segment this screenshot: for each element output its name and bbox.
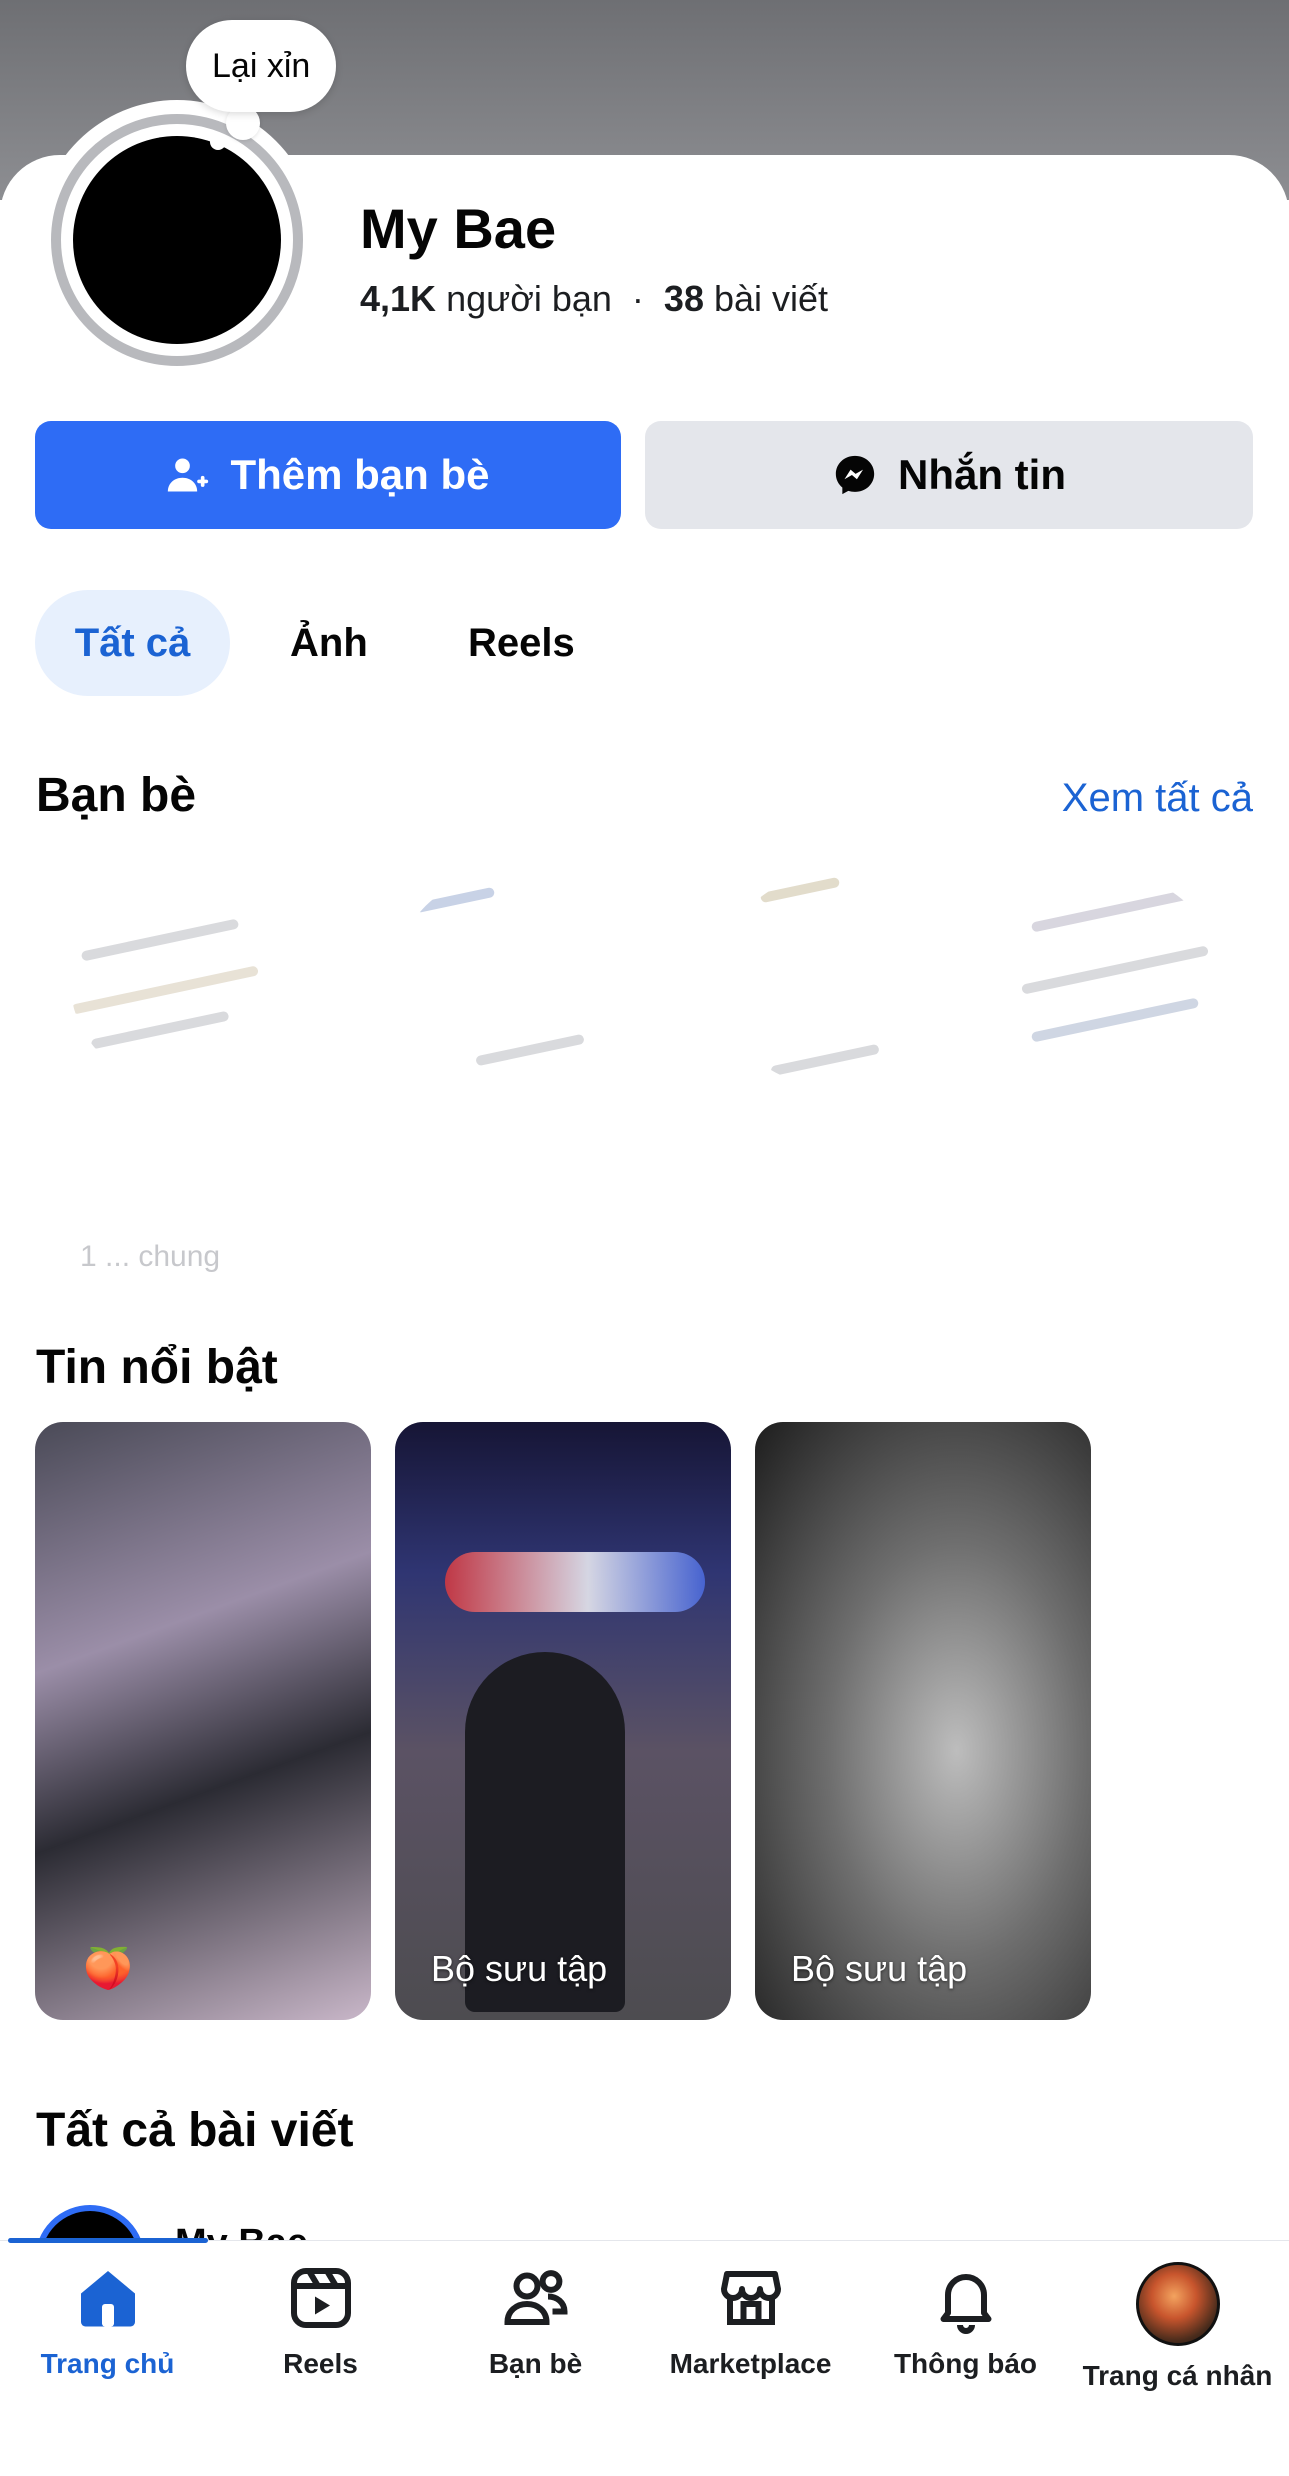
friend-thumbnail[interactable]: [70, 875, 280, 1085]
highlight-caption: Bộ sưu tập: [431, 1948, 608, 1989]
nav-reels-label: Reels: [283, 2348, 358, 2379]
tab-reels[interactable]: Reels: [468, 590, 575, 696]
posts-label: bài viết: [713, 278, 829, 319]
friend-thumbnail[interactable]: [720, 875, 930, 1085]
see-all-friends-link[interactable]: Xem tất cả: [1062, 776, 1253, 821]
highlight-story[interactable]: Bộ sưu tập: [395, 1422, 731, 2020]
friends-section-title: Bạn bè: [36, 769, 197, 822]
home-icon: [80, 2271, 135, 2327]
message-label: Nhắn tin: [898, 451, 1066, 498]
highlights-section-title: Tin nổi bật: [36, 1341, 278, 1394]
reels-icon: [290, 2268, 351, 2328]
active-tab-indicator: [8, 2238, 208, 2243]
profile-note[interactable]: Lại xỉn: [186, 20, 337, 112]
bell-icon: [940, 2274, 991, 2334]
nav-friends[interactable]: Bạn bè: [428, 2262, 643, 2380]
avatar-ring: [51, 114, 303, 366]
highlight-story[interactable]: Bộ sưu tập: [755, 1422, 1091, 2020]
posts-count: 38: [663, 278, 704, 319]
nav-profile[interactable]: Trang cá nhân: [1070, 2262, 1285, 2392]
note-bubble-tail-small: [210, 134, 226, 150]
nav-friends-label: Bạn bè: [488, 2348, 583, 2379]
profile-stats: 4,1K người bạn · 38 bài viết: [360, 278, 828, 320]
marketplace-icon: [720, 2271, 781, 2325]
profile-avatar-icon: [1135, 2262, 1220, 2346]
nav-notifications-label: Thông báo: [893, 2348, 1038, 2379]
nav-profile-label: Trang cá nhân: [1082, 2360, 1273, 2391]
story-sign-image: [445, 1552, 705, 1612]
nav-notifications[interactable]: Thông báo: [858, 2262, 1073, 2380]
nav-reels[interactable]: Reels: [213, 2262, 428, 2380]
posts-section-title: Tất cả bài viết: [36, 2104, 354, 2157]
nav-marketplace[interactable]: Marketplace: [643, 2262, 858, 2380]
profile-name: My Bae: [360, 197, 557, 260]
add-friend-label: Thêm bạn bè: [230, 451, 490, 498]
profile-note-text: Lại xỉn: [212, 46, 311, 85]
mutual-friends-text: 1 ... chung: [80, 1240, 221, 1273]
messenger-icon: [835, 455, 875, 495]
friend-thumbnail[interactable]: [1010, 875, 1220, 1085]
add-friend-button[interactable]: Thêm bạn bè: [35, 421, 621, 529]
friends-icon: [503, 2270, 568, 2325]
nav-home[interactable]: Trang chủ: [0, 2262, 215, 2380]
profile-avatar[interactable]: [37, 100, 317, 380]
friend-thumbnail[interactable]: [395, 875, 605, 1085]
peach-emoji: 🍑: [83, 1947, 133, 1991]
message-button[interactable]: Nhắn tin: [645, 421, 1253, 529]
stats-separator: ·: [631, 278, 644, 319]
avatar-image: [73, 136, 281, 344]
nav-home-label: Trang chủ: [40, 2348, 175, 2379]
tab-photos[interactable]: Ảnh: [290, 590, 368, 696]
nav-marketplace-label: Marketplace: [669, 2348, 832, 2379]
add-person-icon: [168, 458, 209, 492]
highlight-story[interactable]: 🍑: [35, 1422, 371, 2020]
friends-label[interactable]: người bạn: [446, 278, 612, 319]
friends-count[interactable]: 4,1K: [360, 278, 436, 319]
tab-all[interactable]: Tất cả: [35, 590, 230, 696]
highlight-caption: Bộ sưu tập: [791, 1948, 968, 1989]
